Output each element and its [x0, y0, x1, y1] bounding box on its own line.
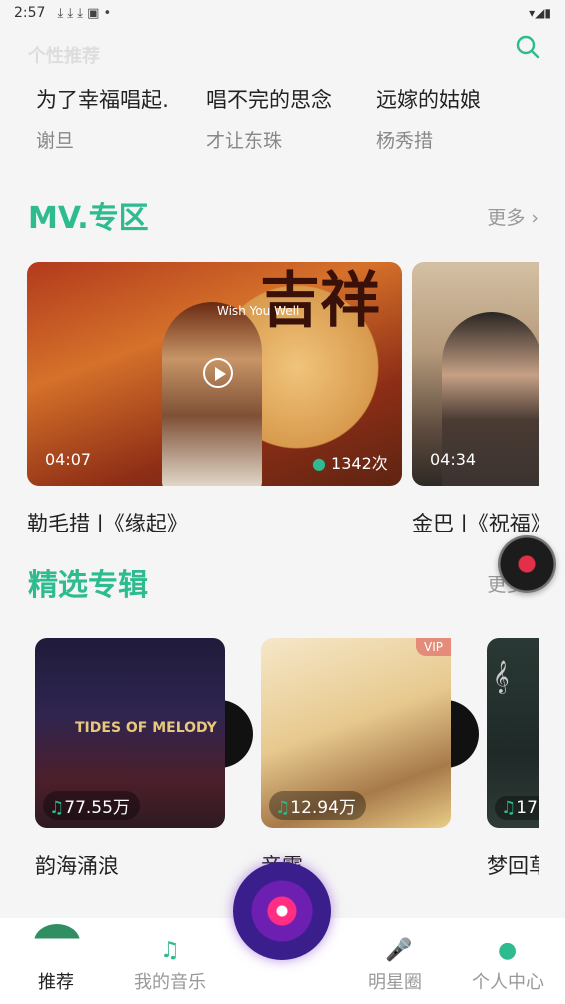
play-count: ♫77.55万: [43, 791, 140, 820]
chevron-right-icon: ›: [531, 207, 539, 229]
nav-tab-profile[interactable]: 个人中心: [458, 968, 558, 994]
song-item[interactable]: 远嫁的姑娘 杨秀措: [340, 84, 510, 153]
play-count: ♫17.…: [495, 796, 539, 820]
song-title: 为了幸福唱起…: [36, 88, 170, 112]
song-item[interactable]: 唱不完的思念 才让东珠: [170, 84, 340, 153]
person-icon[interactable]: ●: [498, 938, 517, 963]
song-item[interactable]: 为了幸福唱起… 谢旦: [0, 84, 170, 153]
play-count-value: 77.55万: [64, 798, 130, 818]
now-playing-disc-button[interactable]: [233, 862, 331, 960]
mv-views: ● 1342次: [312, 450, 388, 474]
song-artist: 杨秀措: [376, 130, 434, 152]
microphone-icon[interactable]: 🎤: [385, 938, 412, 963]
partial-title-text: 个性推荐: [28, 46, 100, 64]
song-list: 为了幸福唱起… 谢旦 唱不完的思念 才让东珠 远嫁的姑娘 杨秀措: [0, 84, 565, 153]
views-dot-icon: ●: [312, 454, 332, 473]
album-section-title: 精选专辑: [28, 568, 148, 603]
mascot-home-icon[interactable]: [34, 924, 80, 960]
system-icons: ▾◢▮: [529, 6, 551, 20]
music-note-icon[interactable]: ♫: [160, 938, 180, 963]
song-title: 唱不完的思念: [206, 88, 332, 112]
mv-card[interactable]: 04:34: [412, 262, 539, 486]
mv-thumbnail-figure: [162, 302, 262, 486]
mv-duration: 04:07: [45, 450, 92, 469]
album-card[interactable]: TIDES OF MELODY ♫77.55万: [35, 638, 253, 828]
headphone-icon: ♫: [49, 798, 65, 818]
play-count-value: 17.…: [516, 798, 539, 818]
song-artist: 才让东珠: [206, 130, 283, 152]
search-icon: [516, 35, 540, 59]
scrolled-section-title: 个性推荐: [28, 34, 368, 64]
play-icon[interactable]: [203, 358, 233, 388]
song-title: 远嫁的姑娘: [376, 88, 481, 112]
floating-player-disc[interactable]: [498, 535, 556, 593]
mv-duration: 04:34: [430, 450, 477, 469]
nav-tab-recommend[interactable]: 推荐: [6, 968, 106, 994]
album-name[interactable]: 韵海涌浪: [35, 850, 119, 880]
album-card[interactable]: 𝄞 ♫17.…: [487, 638, 539, 828]
search-button[interactable]: [515, 34, 541, 60]
mv-subtitle: Wish You Well: [217, 304, 300, 318]
play-count: ♫12.94万: [269, 791, 366, 820]
mv-card[interactable]: 吉祥 Wish You Well 04:07 ● 1342次: [27, 262, 402, 486]
mv-caption[interactable]: 金巴 |《祝福》: [412, 508, 539, 532]
notification-icons: ⤓ ⤓ ⤓ ▣ •: [57, 5, 112, 21]
play-count-value: 12.94万: [290, 798, 356, 818]
song-artist: 谢旦: [36, 130, 75, 152]
nav-tab-star-circle[interactable]: 明星圈: [345, 968, 445, 994]
album-carousel[interactable]: TIDES OF MELODY ♫77.55万 VIP ♫12.94万 𝄞 ♫1…: [35, 638, 539, 828]
music-note-icon: 𝄞: [493, 660, 510, 693]
album-name[interactable]: 梦回草原: [487, 850, 539, 880]
status-time: 2:57: [14, 5, 46, 21]
nav-tab-my-music[interactable]: 我的音乐: [120, 968, 220, 994]
mv-calligraphy: 吉祥: [260, 266, 380, 336]
mv-more-link[interactable]: 更多 ›: [487, 203, 539, 230]
headphone-icon: ♫: [275, 798, 291, 818]
mv-section-title: MV.专区: [28, 201, 149, 236]
mv-more-label: 更多: [487, 207, 526, 229]
headphone-icon: ♫: [501, 798, 517, 818]
mv-carousel[interactable]: 吉祥 Wish You Well 04:07 ● 1342次 04:34 勒毛措…: [27, 262, 539, 532]
vip-badge: VIP: [416, 638, 451, 656]
mv-views-count: 1342次: [331, 454, 388, 473]
album-card[interactable]: VIP ♫12.94万: [261, 638, 479, 828]
album-cover-text: TIDES OF MELODY: [75, 720, 217, 736]
status-bar: 2:57 ⤓ ⤓ ⤓ ▣ • ▾◢▮: [0, 0, 565, 26]
mv-caption[interactable]: 勒毛措 |《缘起》: [27, 508, 188, 532]
